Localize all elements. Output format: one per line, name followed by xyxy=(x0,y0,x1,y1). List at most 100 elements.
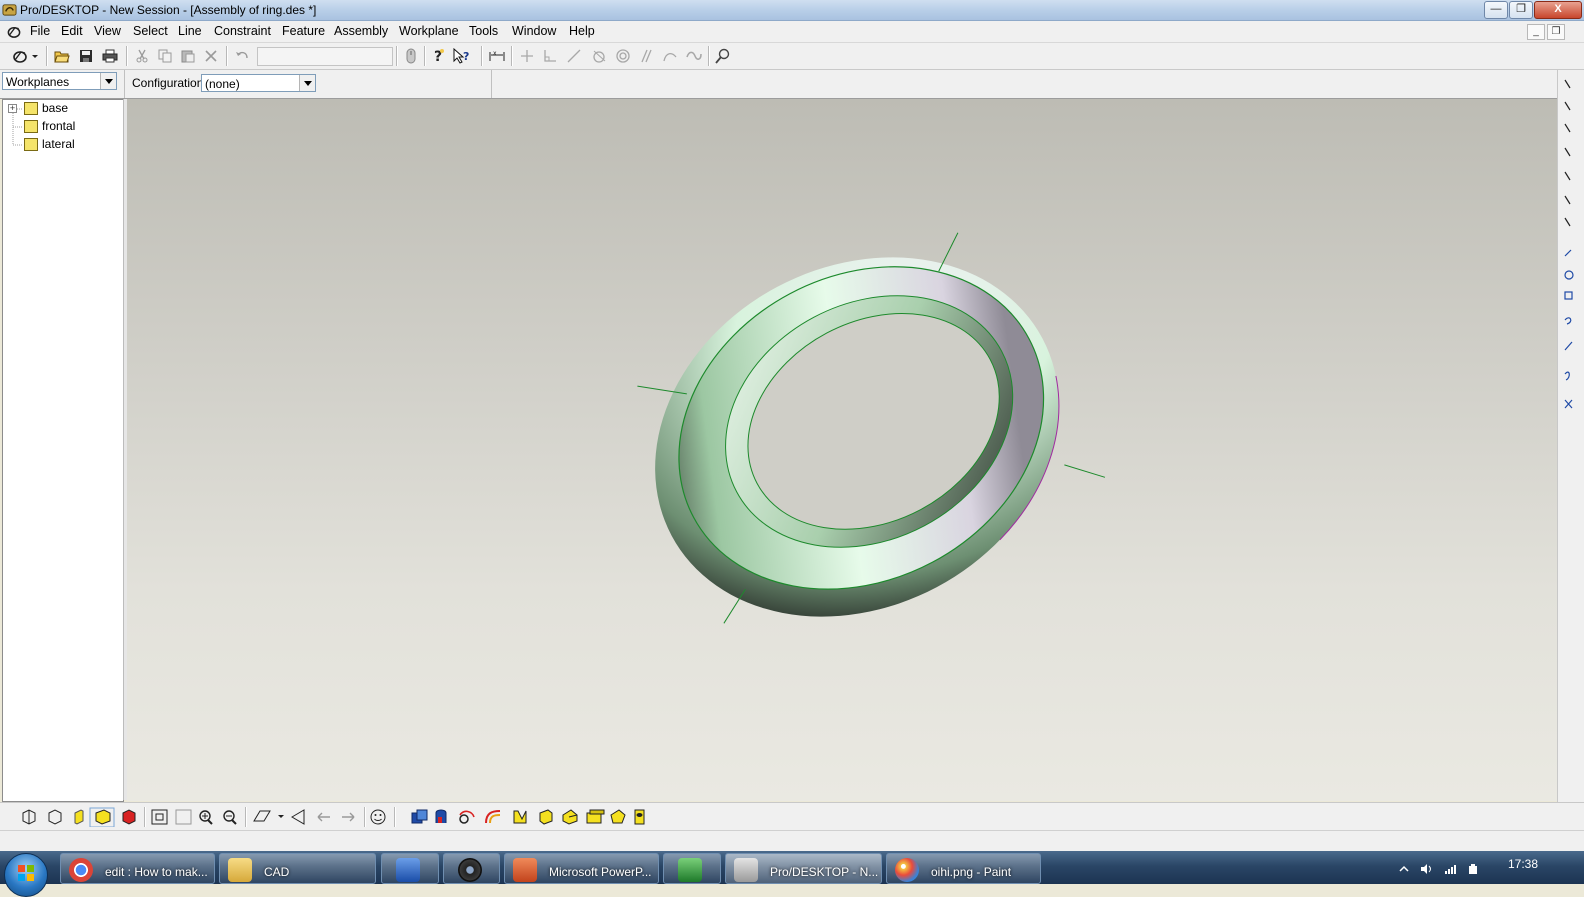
tree-item-frontal[interactable]: frontal xyxy=(3,118,121,136)
configuration-value: (none) xyxy=(205,77,240,91)
toolbar-separator xyxy=(364,807,366,827)
menu-constraint[interactable]: Constraint xyxy=(214,24,271,38)
print-icon[interactable] xyxy=(100,46,120,66)
constraint-angle-icon[interactable] xyxy=(540,46,560,66)
feature-icons[interactable] xyxy=(410,807,660,827)
toolbar-separator xyxy=(394,807,396,827)
sketch-tools-icons[interactable] xyxy=(1562,78,1582,418)
menu-window[interactable]: Window xyxy=(512,24,556,38)
constraint-link-icon[interactable] xyxy=(684,46,704,66)
svg-text:x: x xyxy=(493,50,497,57)
3d-viewport[interactable] xyxy=(127,99,1557,801)
menu-workplane[interactable]: Workplane xyxy=(399,24,459,38)
context-help-icon[interactable]: ? xyxy=(452,46,472,66)
cut-icon[interactable] xyxy=(132,46,152,66)
toolbar-separator xyxy=(481,46,483,66)
menu-view[interactable]: View xyxy=(94,24,121,38)
expand-icon[interactable]: + xyxy=(8,104,17,113)
show-hidden-icons-icon[interactable] xyxy=(1398,863,1410,875)
ring-model[interactable] xyxy=(127,99,1557,801)
constraint-tangent-icon[interactable] xyxy=(564,46,584,66)
webcam-icon xyxy=(458,858,482,882)
open-folder-icon[interactable] xyxy=(52,46,72,66)
configuration-select[interactable]: (none) xyxy=(201,74,316,92)
tree-item-label: frontal xyxy=(42,119,76,133)
taskbar-item-excel[interactable] xyxy=(663,853,721,884)
browser-view-select[interactable]: Workplanes xyxy=(2,72,117,90)
constraint-circle-icon[interactable] xyxy=(589,46,609,66)
bar-divider xyxy=(491,70,492,98)
menu-feature[interactable]: Feature xyxy=(282,24,325,38)
copy-icon[interactable] xyxy=(155,46,175,66)
tree-item-base[interactable]: + base xyxy=(3,100,121,118)
taskbar-item-label: Microsoft PowerP... xyxy=(549,865,652,879)
mdi-restore-button[interactable]: ❐ xyxy=(1547,24,1565,40)
workplane-icon xyxy=(24,102,38,115)
undo-icon[interactable] xyxy=(232,46,252,66)
pro-desktop-menu-logo-icon[interactable] xyxy=(6,24,22,39)
toolbar-separator xyxy=(511,46,513,66)
constraint-fix-icon[interactable] xyxy=(660,46,680,66)
menu-file[interactable]: File xyxy=(30,24,50,38)
browser-tree: + base frontal lateral xyxy=(2,99,124,802)
network-icon[interactable] xyxy=(1444,863,1456,875)
menu-line[interactable]: Line xyxy=(178,24,202,38)
smiley-icon[interactable] xyxy=(368,807,388,827)
paste-icon[interactable] xyxy=(178,46,198,66)
pro-desktop-app-icon xyxy=(2,4,17,16)
menu-edit[interactable]: Edit xyxy=(61,24,83,38)
dimension-icon[interactable]: x xyxy=(487,46,507,66)
menu-assembly[interactable]: Assembly xyxy=(334,24,388,38)
windows-logo-icon xyxy=(18,865,34,881)
folder-icon xyxy=(228,858,252,882)
close-button[interactable]: X xyxy=(1534,1,1582,19)
save-icon[interactable] xyxy=(76,46,96,66)
taskbar-item-webcam[interactable] xyxy=(443,853,500,884)
constraint-parallel-icon[interactable] xyxy=(636,46,656,66)
taskbar-item-paint[interactable]: oihi.png - Paint xyxy=(886,853,1041,884)
taskbar-item-folder[interactable]: CAD xyxy=(219,853,376,884)
configuration-label: Configuration: xyxy=(132,76,207,90)
toolbar-separator xyxy=(144,807,146,827)
power-icon[interactable] xyxy=(1467,863,1479,875)
command-input[interactable] xyxy=(257,47,393,66)
volume-icon[interactable] xyxy=(1420,863,1432,875)
constraint-concentric-icon[interactable] xyxy=(613,46,633,66)
toolbar-separator xyxy=(424,46,426,66)
title-bar: Pro/DESKTOP - New Session - [Assembly of… xyxy=(0,0,1584,21)
minimize-button[interactable]: — xyxy=(1484,1,1508,19)
main-toolbar: ? ? x xyxy=(0,43,1584,70)
view-orientation-icons[interactable] xyxy=(252,807,362,827)
constraint-perpendicular-icon[interactable] xyxy=(517,46,537,66)
maximize-button[interactable]: ❐ xyxy=(1509,1,1533,19)
pro-desktop-icon xyxy=(734,858,758,882)
mdi-minimize-button[interactable]: _ xyxy=(1527,24,1545,40)
pro-desktop-menu-icon[interactable] xyxy=(8,46,42,66)
menu-tools[interactable]: Tools xyxy=(469,24,498,38)
taskbar-item-label: CAD xyxy=(264,865,290,879)
zoom-icons[interactable] xyxy=(150,807,245,827)
taskbar-item-word[interactable] xyxy=(381,853,439,884)
window-title: Pro/DESKTOP - New Session - [Assembly of… xyxy=(20,3,317,17)
view-style-icons[interactable] xyxy=(20,807,140,827)
taskbar-item-chrome[interactable]: edit : How to mak... xyxy=(60,853,215,884)
status-bar xyxy=(0,830,1584,852)
cursor-mode-icon[interactable] xyxy=(401,46,421,66)
start-button[interactable] xyxy=(4,853,48,897)
toolbar-separator xyxy=(708,46,710,66)
menu-select[interactable]: Select xyxy=(133,24,168,38)
delete-icon[interactable] xyxy=(201,46,221,66)
clock[interactable]: 17:38 xyxy=(1508,857,1538,871)
menu-help[interactable]: Help xyxy=(569,24,595,38)
taskbar-item-pro-desktop[interactable]: Pro/DESKTOP - N... xyxy=(725,853,882,884)
tree-item-lateral[interactable]: lateral xyxy=(3,136,121,154)
toolbar-separator xyxy=(46,46,48,66)
find-icon[interactable] xyxy=(713,46,733,66)
tree-item-label: lateral xyxy=(42,137,75,151)
word-icon xyxy=(396,858,420,882)
chevron-down-icon xyxy=(299,75,315,91)
taskbar-item-label: oihi.png - Paint xyxy=(931,865,1012,879)
toolbar-separator xyxy=(396,46,398,66)
help-icon[interactable]: ? xyxy=(429,46,449,66)
taskbar-item-powerpoint[interactable]: Microsoft PowerP... xyxy=(504,853,659,884)
